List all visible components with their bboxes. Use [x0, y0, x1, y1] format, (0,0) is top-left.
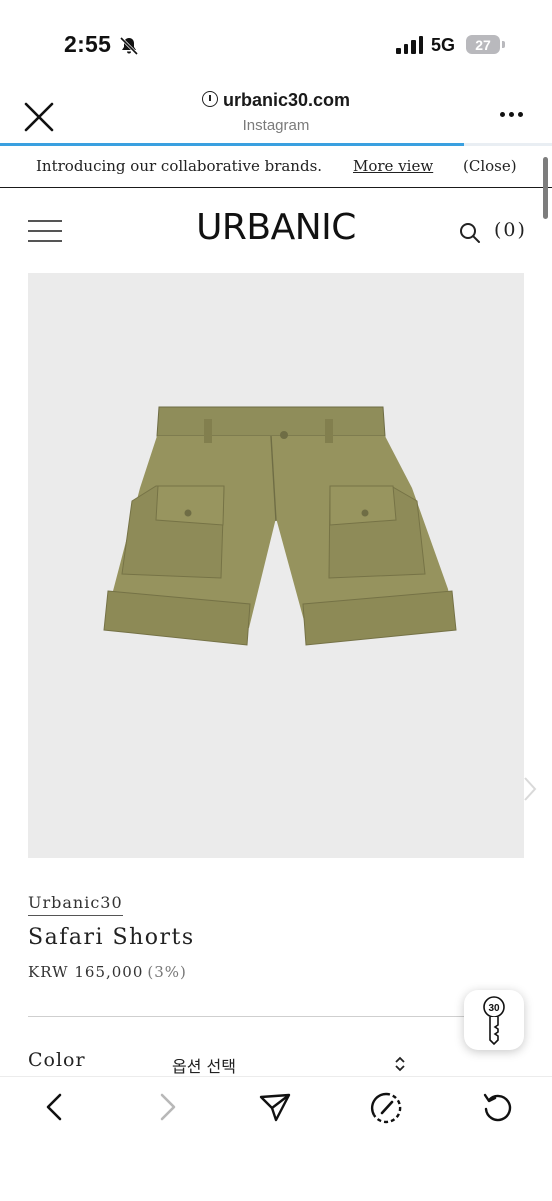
announcement-text: Introducing our collaborative brands. — [36, 157, 323, 175]
search-icon[interactable] — [458, 221, 482, 245]
back-arrow-icon[interactable] — [40, 1091, 70, 1123]
divider — [28, 1016, 524, 1017]
reload-icon[interactable] — [481, 1091, 513, 1123]
product-price: KRW 165,000 (3%) — [28, 963, 187, 981]
brand-link[interactable]: Urbanic30 — [28, 893, 123, 916]
product-image[interactable] — [28, 273, 537, 858]
updown-chevron-icon[interactable] — [394, 1056, 406, 1072]
url-bar[interactable]: urbanic30.com — [0, 90, 552, 111]
more-view-link[interactable]: More view — [353, 157, 433, 175]
option-select[interactable]: 옵션 선택 — [172, 1053, 236, 1077]
chevron-right-icon[interactable] — [522, 776, 538, 802]
discount-badge: (3%) — [147, 963, 187, 981]
speed-icon[interactable] — [369, 1091, 403, 1125]
cart-count[interactable]: (0) — [494, 219, 527, 241]
share-icon[interactable] — [258, 1091, 292, 1123]
browser-header: urbanic30.com Instagram — [0, 82, 552, 146]
load-progress-bar — [0, 143, 464, 146]
svg-text:30: 30 — [488, 1003, 500, 1014]
bell-muted-icon — [119, 36, 139, 56]
status-bar: 2:55 5G 27 — [0, 0, 552, 92]
url-text: urbanic30.com — [222, 90, 351, 110]
price-value: KRW 165,000 — [28, 963, 144, 981]
product-name: Safari Shorts — [28, 925, 195, 950]
battery-icon: 27 — [466, 35, 500, 54]
info-icon — [201, 91, 218, 107]
close-announcement-link[interactable]: (Close) — [463, 157, 517, 175]
status-time: 2:55 — [64, 31, 112, 57]
announcement-bar: Introducing our collaborative brands. Mo… — [0, 147, 552, 188]
battery-tip — [502, 41, 505, 48]
more-icon[interactable] — [500, 112, 523, 117]
shorts-illustration — [103, 406, 457, 646]
color-label: Color — [28, 1049, 86, 1071]
browser-toolbar — [0, 1076, 552, 1201]
forward-arrow-icon[interactable] — [152, 1091, 182, 1123]
key-icon[interactable]: 30 — [464, 990, 524, 1050]
source-label: Instagram — [242, 117, 310, 134]
signal-icon — [396, 36, 423, 54]
network-type: 5G — [431, 35, 456, 55]
